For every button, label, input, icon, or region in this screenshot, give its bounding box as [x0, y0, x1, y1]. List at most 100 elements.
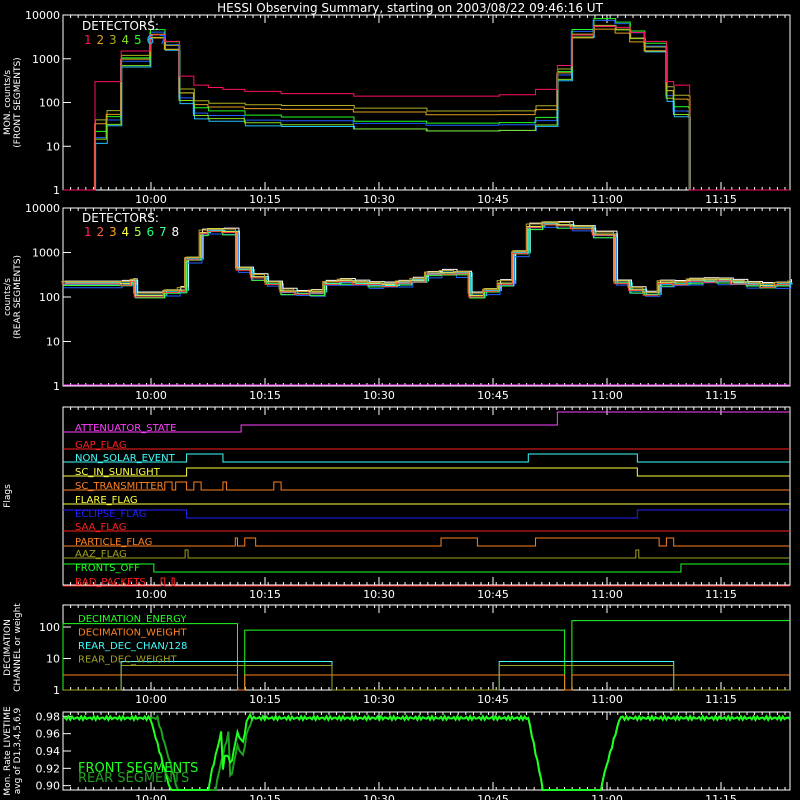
flag-label: BAD_PACKETS [75, 577, 146, 588]
x-tick-label: 10:00 [135, 193, 167, 206]
flag-label: GAP_FLAG [75, 440, 127, 451]
x-tick-label: 10:30 [363, 793, 395, 800]
x-tick-label: 11:00 [591, 193, 623, 206]
legend-label: 4 [122, 225, 130, 239]
y-tick-label: 1 [53, 380, 60, 393]
y-tick-label: 1 [53, 184, 60, 197]
x-tick-label: 10:45 [477, 193, 509, 206]
y-axis-label: MON. counts/s [3, 70, 13, 135]
x-tick-label: 10:00 [135, 793, 167, 800]
legend-label: 7 [159, 225, 167, 239]
legend-label: 2 [97, 33, 105, 47]
flag-line [63, 549, 790, 559]
flag-label: SC_IN_SUNLIGHT [75, 467, 161, 478]
legend-title: DETECTORS: [82, 211, 159, 225]
x-tick-label: 10:30 [363, 693, 395, 706]
flag-label: FRONTS_OFF [75, 563, 140, 574]
flag-label: PARTICLE_FLAG [75, 537, 152, 548]
y-tick-label: 0.98 [36, 710, 61, 723]
legend-label: 5 [134, 33, 142, 47]
x-tick-label: 10:45 [477, 389, 509, 402]
y-tick-label: 1 [53, 684, 60, 697]
panel-0 [62, 14, 791, 191]
legend-label: REAR_DEC_WEIGHT [78, 655, 177, 666]
x-tick-label: 10:15 [249, 793, 281, 800]
y-tick-label: 0.96 [36, 728, 61, 741]
flag-label: SAA_FLAG [75, 522, 126, 533]
x-tick-label: 11:15 [705, 693, 737, 706]
x-tick-label: 11:15 [705, 588, 737, 601]
chart-title: HESSI Observing Summary, starting on 200… [217, 1, 603, 15]
front-detector-line-2 [62, 28, 790, 191]
y-tick-label: 100 [39, 621, 60, 634]
x-tick-label: 10:30 [363, 588, 395, 601]
flag-label: SC_TRANSMITTER [75, 481, 164, 492]
x-tick-label: 10:45 [477, 693, 509, 706]
x-tick-label: 11:15 [705, 389, 737, 402]
y-tick-label: 10 [46, 336, 60, 349]
legend-label: 1 [84, 33, 92, 47]
y-axis-label: Flags [3, 484, 13, 508]
y-axis-label: Mon. Rate LIVETIME [3, 706, 13, 796]
x-tick-label: 10:30 [363, 389, 395, 402]
y-tick-label: 10 [46, 653, 60, 666]
legend-title: DETECTORS: [82, 19, 159, 33]
y-axis-label: DECIMATION [3, 619, 13, 676]
x-tick-label: 11:00 [591, 389, 623, 402]
x-tick-label: 10:00 [135, 588, 167, 601]
flag-line [63, 467, 790, 477]
x-tick-label: 10:15 [249, 693, 281, 706]
legend-label: 6 [147, 33, 155, 47]
flag-line [63, 509, 790, 519]
y-tick-label: 0.90 [36, 780, 61, 793]
x-tick-label: 11:00 [591, 793, 623, 800]
flag-label: ECLIPSE_FLAG [75, 509, 146, 520]
legend-label: 3 [109, 33, 117, 47]
legend-label: 5 [134, 225, 142, 239]
y-tick-label: 10000 [25, 202, 60, 215]
x-tick-label: 11:00 [591, 693, 623, 706]
y-tick-label: 0.94 [36, 745, 61, 758]
x-tick-label: 10:45 [477, 588, 509, 601]
y-tick-label: 10 [46, 140, 60, 153]
x-tick-label: 11:15 [705, 793, 737, 800]
hessi-summary-chart: HESSI Observing Summary, starting on 200… [3, 1, 793, 800]
x-tick-label: 10:15 [249, 588, 281, 601]
x-tick-label: 11:15 [705, 193, 737, 206]
x-tick-label: 10:00 [135, 693, 167, 706]
flag-line [63, 537, 790, 547]
legend-label: 2 [97, 225, 105, 239]
flag-line [63, 481, 790, 491]
x-tick-label: 10:00 [135, 389, 167, 402]
decimation-line [63, 664, 790, 691]
y-axis-label: counts/s [3, 278, 13, 316]
x-tick-label: 11:00 [591, 588, 623, 601]
flag-label: FLARE_FLAG [75, 495, 138, 506]
legend-label: 4 [122, 33, 130, 47]
decimation-line [63, 674, 790, 691]
legend-label: 1 [84, 225, 92, 239]
x-tick-label: 10:15 [249, 193, 281, 206]
legend-label: 6 [147, 225, 155, 239]
flag-label: NON_SOLAR_EVENT [75, 453, 176, 464]
y-axis-label: (FRONT SEGMENTS) [13, 57, 23, 147]
legend-label: REAR SEGMENTS [78, 771, 189, 786]
legend-label: DECIMATION_ENERGY [78, 614, 187, 625]
x-tick-label: 10:30 [363, 193, 395, 206]
x-tick-label: 10:45 [477, 793, 509, 800]
x-tick-label: 10:15 [249, 389, 281, 402]
legend-label: REAR_DEC_CHAN/128 [78, 641, 187, 652]
y-tick-label: 10000 [25, 9, 60, 22]
legend-label: 3 [109, 225, 117, 239]
flag-line [63, 563, 790, 573]
y-axis-label: CHANNEL or weight [13, 603, 23, 692]
y-tick-label: 100 [39, 97, 60, 110]
flag-label: AAZ_FLAG [75, 549, 127, 560]
y-axis-label: avg of D1,3,4,5,6,9 [13, 707, 23, 794]
y-tick-label: 100 [39, 291, 60, 304]
legend-label: 7 [159, 33, 167, 47]
y-tick-label: 0.92 [36, 762, 61, 775]
y-tick-label: 1000 [32, 247, 60, 260]
legend-label: 8 [172, 225, 180, 239]
y-tick-label: 1000 [32, 53, 60, 66]
